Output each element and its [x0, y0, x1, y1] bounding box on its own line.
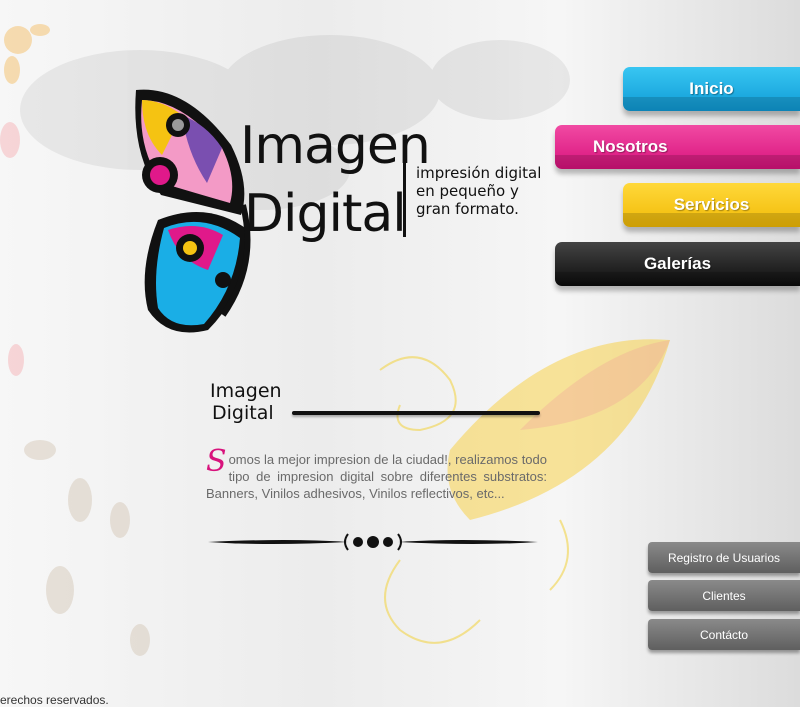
- butterfly-icon: [135, 89, 251, 333]
- intro-paragraph: S omos la mejor impresion de la ciudad!,…: [206, 444, 547, 502]
- mini-logo-line1: Imagen: [210, 380, 282, 402]
- tagline-line: en pequeño y: [416, 182, 519, 200]
- nav-label: Nosotros: [593, 137, 668, 156]
- brand-word-imagen: Imagen: [240, 116, 431, 176]
- registro-usuarios-button[interactable]: Registro de Usuarios: [648, 542, 800, 573]
- contacto-button[interactable]: Contácto: [648, 619, 800, 650]
- tagline-line: gran formato.: [416, 200, 519, 218]
- ornament-divider: [208, 533, 538, 551]
- intro-text: omos la mejor impresion de la ciudad!, r…: [206, 452, 547, 501]
- brand-word-digital: Digital: [244, 184, 407, 244]
- mini-logo-line2: Digital: [212, 402, 274, 424]
- brand-tagline: impresión digital en pequeño y gran form…: [416, 164, 566, 218]
- nav-servicios-button[interactable]: Servicios: [623, 183, 800, 227]
- nav-label: Galerías: [643, 254, 712, 273]
- nav-galerias-button[interactable]: Galerías: [555, 242, 800, 286]
- nav-label: Servicios: [673, 195, 750, 214]
- footer-copyright: erechos reservados.: [0, 693, 109, 707]
- side-link-label: Contácto: [699, 627, 749, 642]
- nav-label: Inicio: [689, 79, 734, 98]
- nav-nosotros-button[interactable]: Nosotros: [555, 125, 800, 169]
- dropcap-letter: S: [206, 444, 227, 479]
- brand-logo[interactable]: Imagen Digital impresión digital en pequ…: [128, 80, 548, 340]
- side-link-label: Registro de Usuarios: [667, 550, 781, 565]
- tagline-divider: [403, 163, 406, 237]
- tagline-line: impresión digital: [416, 164, 542, 182]
- heading-rule: [292, 411, 540, 415]
- clientes-button[interactable]: Clientes: [648, 580, 800, 611]
- nav-inicio-button[interactable]: Inicio: [623, 67, 800, 111]
- side-link-label: Clientes: [702, 588, 746, 603]
